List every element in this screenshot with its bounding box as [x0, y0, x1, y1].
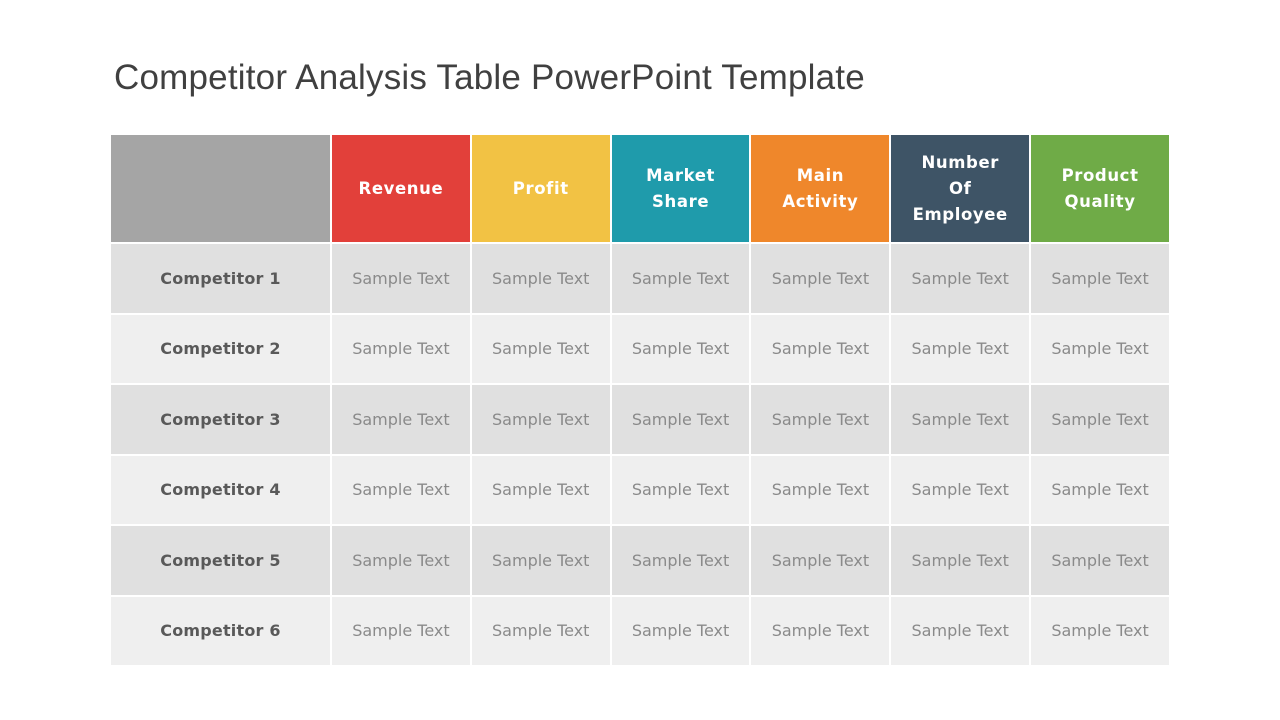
table-cell: Sample Text — [611, 244, 750, 313]
table-cell: Sample Text — [471, 526, 610, 595]
header-number-of-employee: Number Of Employee — [891, 135, 1030, 242]
table-cell: Sample Text — [471, 244, 610, 313]
table-cell: Sample Text — [751, 596, 890, 665]
table-cell: Sample Text — [471, 596, 610, 665]
table-cell: Sample Text — [332, 596, 470, 665]
table-cell: Sample Text — [611, 526, 750, 595]
table-cell: Sample Text — [332, 244, 470, 313]
table-cell: Sample Text — [751, 244, 890, 313]
header-corner-cell — [111, 135, 330, 242]
table-cell: Sample Text — [1031, 385, 1169, 454]
row-label-competitor-2: Competitor 2 — [111, 314, 330, 383]
header-market-share: Market Share — [611, 135, 750, 242]
header-revenue: Revenue — [332, 135, 470, 242]
table-cell: Sample Text — [332, 526, 470, 595]
table-cell: Sample Text — [751, 385, 890, 454]
table-cell: Sample Text — [471, 455, 610, 524]
table-cell: Sample Text — [891, 244, 1030, 313]
table-cell: Sample Text — [751, 526, 890, 595]
table-cell: Sample Text — [332, 455, 470, 524]
table-cell: Sample Text — [471, 385, 610, 454]
row-label-competitor-1: Competitor 1 — [111, 244, 330, 313]
table-cell: Sample Text — [1031, 526, 1169, 595]
table-cell: Sample Text — [1031, 314, 1169, 383]
table-cell: Sample Text — [611, 596, 750, 665]
table-cell: Sample Text — [1031, 455, 1169, 524]
table-cell: Sample Text — [611, 455, 750, 524]
header-main-activity: Main Activity — [751, 135, 890, 242]
table-cell: Sample Text — [891, 385, 1030, 454]
row-label-competitor-6: Competitor 6 — [111, 596, 330, 665]
table-cell: Sample Text — [611, 314, 750, 383]
table-cell: Sample Text — [611, 385, 750, 454]
table-cell: Sample Text — [751, 314, 890, 383]
header-profit: Profit — [471, 135, 610, 242]
row-label-competitor-5: Competitor 5 — [111, 526, 330, 595]
table-cell: Sample Text — [1031, 244, 1169, 313]
slide-title: Competitor Analysis Table PowerPoint Tem… — [114, 58, 865, 97]
table-cell: Sample Text — [471, 314, 610, 383]
row-label-competitor-3: Competitor 3 — [111, 385, 330, 454]
table-cell: Sample Text — [751, 455, 890, 524]
table-cell: Sample Text — [891, 314, 1030, 383]
table-cell: Sample Text — [1031, 596, 1169, 665]
table-cell: Sample Text — [332, 314, 470, 383]
table-cell: Sample Text — [332, 385, 470, 454]
competitor-table: Revenue Profit Market Share Main Activity … — [111, 135, 1169, 665]
header-product-quality: Product Quality — [1031, 135, 1169, 242]
table-cell: Sample Text — [891, 455, 1030, 524]
row-label-competitor-4: Competitor 4 — [111, 455, 330, 524]
table-cell: Sample Text — [891, 596, 1030, 665]
table-cell: Sample Text — [891, 526, 1030, 595]
